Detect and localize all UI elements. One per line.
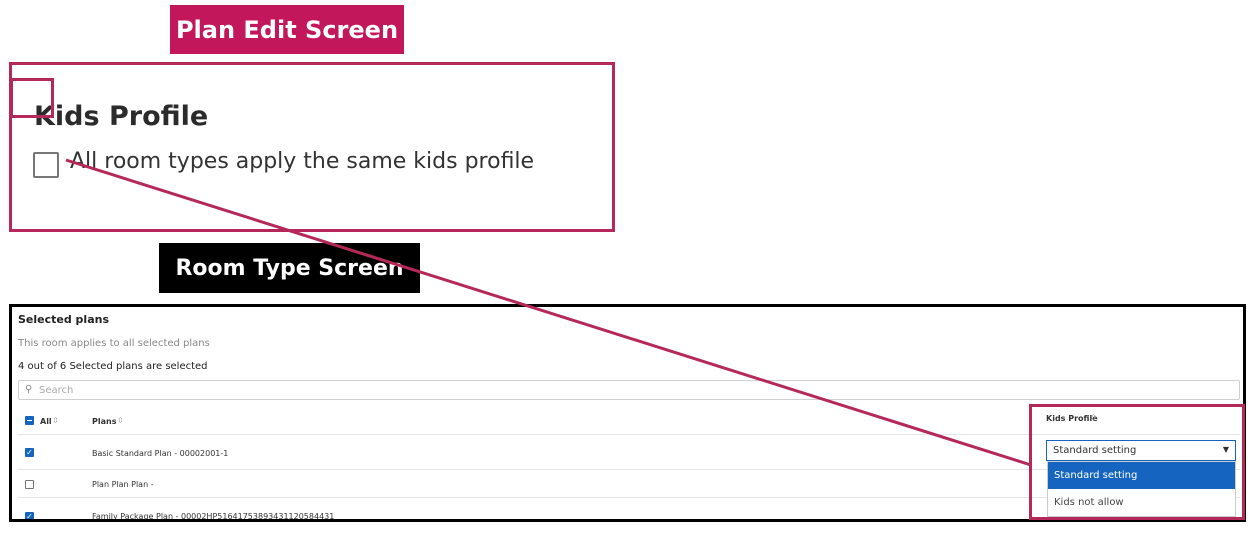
search-placeholder: Search bbox=[39, 385, 74, 396]
plan-edit-panel: Kids Profile All room types apply the sa… bbox=[9, 62, 615, 232]
search-icon: ⚲ bbox=[25, 384, 33, 395]
kids-profile-select[interactable]: Standard setting ▼ bbox=[1046, 440, 1236, 461]
same-kids-profile-label: All room types apply the same kids profi… bbox=[70, 149, 535, 174]
row-3-plan-name: Family Package Plan - 00002HP51641753893… bbox=[92, 512, 335, 521]
search-input[interactable]: ⚲ Search bbox=[18, 380, 1240, 400]
kids-profile-title: Kids Profile bbox=[34, 101, 209, 132]
checkbox-highlight bbox=[10, 78, 54, 118]
plan-edit-screen-label: Plan Edit Screen bbox=[170, 5, 404, 54]
column-header-all: All bbox=[40, 417, 52, 426]
kids-profile-dropdown-menu: Standard setting Kids not allow bbox=[1047, 461, 1236, 517]
sort-all-icon[interactable]: ⇳ bbox=[52, 416, 59, 425]
selected-plans-subtitle: This room applies to all selected plans bbox=[18, 338, 210, 349]
selected-plans-title: Selected plans bbox=[18, 313, 110, 326]
sort-plans-icon[interactable]: ⇳ bbox=[117, 416, 124, 425]
row-2-checkbox[interactable] bbox=[25, 480, 34, 489]
sort-kids-profile-icon[interactable]: ⇳ bbox=[1090, 413, 1097, 422]
column-header-plans: Plans bbox=[92, 417, 117, 426]
kids-profile-selected-value: Standard setting bbox=[1053, 445, 1137, 456]
row-1-checkbox[interactable]: ✓ bbox=[25, 448, 34, 457]
kids-profile-option-standard[interactable]: Standard setting bbox=[1048, 462, 1235, 489]
selected-count: 4 out of 6 Selected plans are selected bbox=[18, 361, 208, 372]
kids-profile-option-kids-not-allow[interactable]: Kids not allow bbox=[1048, 489, 1235, 516]
row-1-plan-name: Basic Standard Plan - 00002001-1 bbox=[92, 449, 229, 458]
same-kids-profile-checkbox[interactable] bbox=[33, 152, 59, 178]
select-all-checkbox[interactable] bbox=[25, 416, 34, 425]
chevron-down-icon: ▼ bbox=[1222, 445, 1229, 454]
room-type-screen-label: Room Type Screen bbox=[159, 243, 420, 293]
row-3-checkbox[interactable]: ✓ bbox=[25, 512, 34, 519]
row-2-plan-name: Plan Plan Plan - bbox=[92, 480, 154, 489]
